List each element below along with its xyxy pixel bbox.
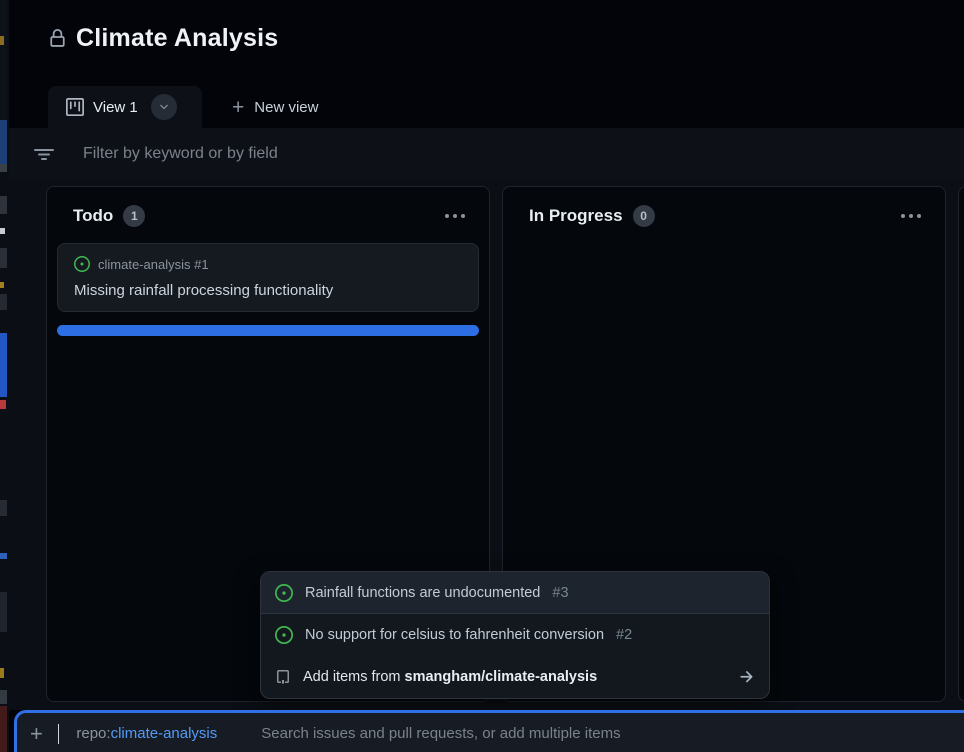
add-items-label: Add items from smangham/climate-analysis <box>303 669 597 685</box>
column-name: Todo <box>73 206 113 226</box>
repo-filter-token: repo:climate-analysis <box>76 725 217 742</box>
open-issue-icon <box>74 256 90 272</box>
chevron-down-icon <box>158 101 170 113</box>
project-board-icon <box>66 98 84 116</box>
tab-view-1[interactable]: View 1 <box>48 86 202 128</box>
suggestion-number: #2 <box>616 627 632 643</box>
background-window-edge <box>0 0 9 752</box>
issue-card-title: Missing rainfall processing functionalit… <box>74 282 462 299</box>
tab-view-1-label: View 1 <box>93 99 138 116</box>
suggestion-title: Rainfall functions are undocumented <box>305 585 540 601</box>
column-in-progress-header: In Progress 0 <box>503 187 945 235</box>
column-menu-button[interactable] <box>439 208 471 224</box>
omnibar-placeholder: Search issues and pull requests, or add … <box>261 725 620 742</box>
column-todo-header: Todo 1 <box>47 187 489 235</box>
column-menu-button[interactable] <box>895 208 927 224</box>
lock-icon <box>48 29 67 48</box>
suggestion-title: No support for celsius to fahrenheit con… <box>305 627 604 643</box>
suggestion-item[interactable]: No support for celsius to fahrenheit con… <box>261 614 769 656</box>
add-items-from-repo[interactable]: Add items from smangham/climate-analysis <box>261 656 769 698</box>
view-options-button[interactable] <box>151 94 177 120</box>
text-cursor <box>58 724 60 744</box>
drop-indicator <box>57 325 479 336</box>
filter-bar[interactable]: Filter by keyword or by field <box>9 128 964 180</box>
project-header: Climate Analysis <box>48 24 278 53</box>
add-item-suggestions: Rainfall functions are undocumented #3 N… <box>260 571 770 699</box>
column-count-badge: 1 <box>123 205 145 227</box>
repo-icon <box>275 669 291 685</box>
column-partial-offscreen <box>958 186 964 702</box>
issue-card-meta: climate-analysis #1 <box>74 256 462 272</box>
new-view-label: New view <box>254 99 318 116</box>
new-view-button[interactable]: + New view <box>218 86 332 128</box>
issue-repo-ref: climate-analysis #1 <box>98 257 209 272</box>
issue-card[interactable]: climate-analysis #1 Missing rainfall pro… <box>57 243 479 312</box>
plus-icon: + <box>232 97 244 118</box>
open-issue-icon <box>275 626 293 644</box>
filter-lines-icon <box>33 143 55 165</box>
plus-icon: + <box>30 723 43 745</box>
suggestion-item[interactable]: Rainfall functions are undocumented #3 <box>261 572 769 614</box>
arrow-right-icon <box>737 668 755 686</box>
page-title: Climate Analysis <box>76 24 278 53</box>
filter-input-placeholder: Filter by keyword or by field <box>83 145 278 163</box>
suggestion-number: #3 <box>552 585 568 601</box>
add-item-omnibar[interactable]: + repo:climate-analysis Search issues an… <box>14 710 964 752</box>
column-name: In Progress <box>529 206 623 226</box>
column-count-badge: 0 <box>633 205 655 227</box>
open-issue-icon <box>275 584 293 602</box>
